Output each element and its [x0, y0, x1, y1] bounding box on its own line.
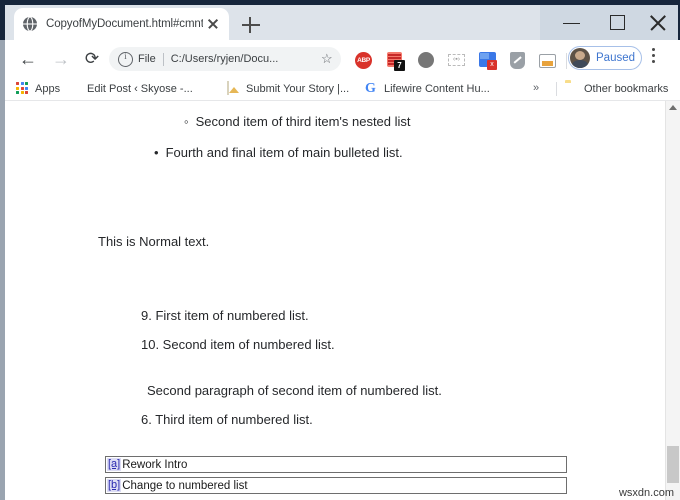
placeholder-extension-icon[interactable]: ‹▪›: [448, 52, 465, 69]
maximize-icon: [610, 15, 625, 30]
bookmark-item-lifewire[interactable]: G Lifewire Content Hu...: [365, 80, 490, 98]
globe-icon: [68, 82, 82, 96]
adblock-plus-icon[interactable]: ABP: [355, 52, 372, 69]
comment-text: Change to numbered list: [122, 479, 248, 492]
omnibox-divider: [162, 52, 164, 66]
comment-anchor-link[interactable]: [b]: [107, 479, 122, 492]
folder-icon: [565, 82, 579, 96]
other-bookmarks-folder[interactable]: Other bookmarks: [565, 80, 668, 98]
bookmark-star-icon[interactable]: ☆: [321, 52, 333, 65]
toolbar-divider: [566, 53, 567, 69]
apps-grid-icon: [16, 82, 30, 96]
globe-icon: [22, 16, 38, 32]
close-icon[interactable]: [205, 16, 221, 32]
chrome-menu-button[interactable]: [652, 48, 656, 68]
document-line: Fourth and final item of main bulleted l…: [154, 145, 403, 161]
bookmarks-bar: Apps Edit Post ‹ Skyose -... Submit Your…: [5, 77, 680, 101]
url-scheme-label: File: [138, 53, 156, 65]
maximize-button[interactable]: [596, 5, 641, 40]
scroll-up-arrow-icon[interactable]: [669, 105, 677, 110]
google-icon: G: [365, 81, 376, 96]
bookmarks-divider: [556, 82, 557, 96]
extension-badge-count: 7: [394, 60, 405, 71]
new-tab-button[interactable]: [240, 14, 262, 36]
document-line: 6. Third item of numbered list.: [141, 412, 313, 427]
browser-window: CopyofMyDocument.html#cmnt ← → ⟳ File C:…: [0, 0, 680, 500]
document-line: This is Normal text.: [98, 234, 210, 249]
spotify-extension-icon[interactable]: [418, 52, 435, 69]
comment-box[interactable]: [b] Change to numbered list: [105, 477, 567, 494]
profile-button[interactable]: Paused: [568, 46, 642, 70]
bookmark-item-submit-story[interactable]: Submit Your Story |...: [227, 80, 349, 98]
red-stack-extension-icon[interactable]: 7: [387, 52, 405, 71]
address-bar[interactable]: File C:/Users/ryjen/Docu...: [109, 47, 341, 71]
bookmark-apps[interactable]: Apps: [16, 80, 60, 98]
tab-title: CopyofMyDocument.html#cmnt: [46, 18, 203, 30]
bookmark-item-label: Submit Your Story |...: [246, 83, 350, 95]
document-line: 9. First item of numbered list.: [141, 308, 309, 323]
reload-button[interactable]: ⟳: [81, 48, 103, 70]
forward-button[interactable]: →: [50, 48, 72, 70]
blue-folder-extension-icon[interactable]: x: [479, 52, 497, 70]
bookmarks-overflow-button[interactable]: »: [533, 82, 539, 94]
url-text: C:/Users/ryjen/Docu...: [170, 53, 279, 65]
minimize-button[interactable]: [550, 5, 595, 40]
page-viewport[interactable]: Second item of third item's nested list F…: [6, 101, 665, 500]
document-line: Second paragraph of second item of numbe…: [147, 383, 442, 398]
shield-extension-icon[interactable]: [510, 52, 527, 69]
vertical-scrollbar[interactable]: [665, 101, 680, 500]
back-button[interactable]: ←: [17, 48, 39, 70]
user-avatar: [570, 48, 590, 68]
comment-box[interactable]: [a] Rework Intro: [105, 456, 567, 473]
browser-tab[interactable]: CopyofMyDocument.html#cmnt: [14, 8, 229, 40]
image-icon: [227, 81, 241, 96]
bookmark-apps-label: Apps: [35, 83, 61, 95]
bookmark-item-label: Edit Post ‹ Skyose -...: [87, 83, 193, 95]
extension-badge-x: x: [487, 60, 497, 70]
window-frame-left-lower: [0, 40, 5, 500]
comment-anchor-link[interactable]: [a]: [107, 458, 122, 471]
watermark: wsxdn.com: [618, 487, 674, 499]
profile-status-label: Paused: [596, 52, 636, 64]
bookmark-item-label: Lifewire Content Hu...: [384, 83, 490, 95]
close-window-button[interactable]: [640, 5, 680, 40]
info-icon[interactable]: [118, 51, 133, 67]
scroll-thumb[interactable]: [667, 446, 679, 483]
comment-text: Rework Intro: [122, 458, 188, 471]
other-bookmarks-label: Other bookmarks: [584, 83, 669, 95]
document-line: 10. Second item of numbered list.: [141, 337, 335, 352]
document-line: Second item of third item's nested list: [184, 114, 411, 130]
minimize-icon: [563, 23, 580, 25]
bookmark-item-edit-post[interactable]: Edit Post ‹ Skyose -...: [68, 80, 193, 98]
document-body: Second item of third item's nested list F…: [6, 101, 665, 500]
window-capture-extension-icon[interactable]: [539, 52, 556, 69]
